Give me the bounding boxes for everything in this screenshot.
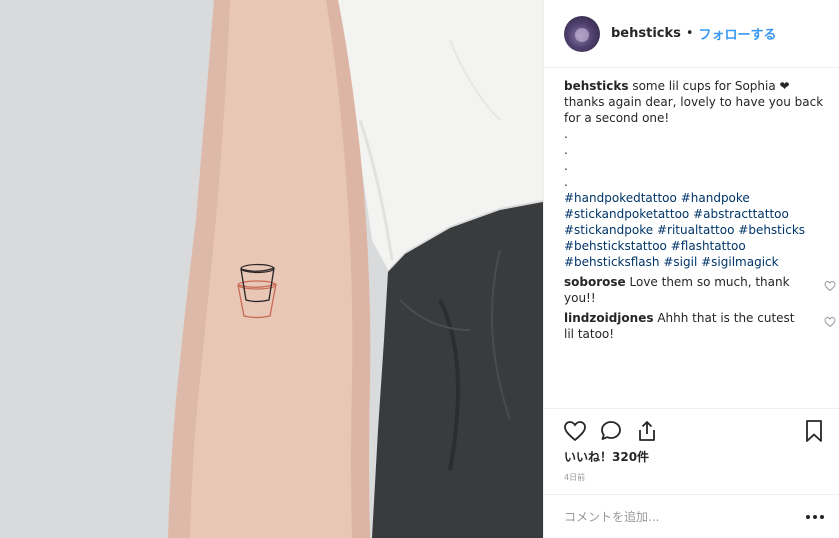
share-icon[interactable] — [635, 419, 659, 443]
post-photo[interactable] — [0, 0, 543, 538]
comment-username[interactable]: soborose — [564, 275, 626, 289]
hashtag-link[interactable]: #stickandpoke — [564, 223, 653, 237]
hashtag-link[interactable]: #stickandpoketattoo — [564, 207, 689, 221]
more-dot — [806, 514, 810, 519]
comment-icon[interactable] — [599, 419, 623, 443]
caption-dot: . — [564, 175, 568, 189]
hashtag-link[interactable]: #sigil — [663, 255, 697, 269]
header-username[interactable]: behsticks — [611, 26, 681, 41]
heart-icon[interactable] — [563, 419, 587, 443]
hashtag-link[interactable]: #flashtattoo — [671, 239, 746, 253]
hashtag-link[interactable]: #abstracttattoo — [693, 207, 789, 221]
comment-like-heart-icon[interactable] — [824, 316, 836, 328]
caption-dot: . — [564, 143, 568, 157]
comment-item: soborose Love them so much, thank you!! — [564, 274, 836, 306]
more-options-icon[interactable] — [806, 512, 826, 522]
comment-like-heart-icon[interactable] — [824, 280, 836, 292]
hashtag-link[interactable]: #sigilmagick — [701, 255, 778, 269]
caption-dots: . . . . — [564, 126, 826, 190]
tattoo-photo-illustration — [0, 0, 543, 538]
more-dot — [820, 514, 824, 519]
post-side-panel: behsticks • フォローする behsticks some lil cu… — [543, 0, 839, 538]
post-date[interactable]: 4日前 — [564, 472, 585, 483]
caption-dot: . — [564, 127, 568, 141]
follow-button[interactable]: フォローする — [699, 24, 777, 43]
hashtag-list: #handpokedtattoo #handpoke #stickandpoke… — [564, 190, 826, 270]
comment-input[interactable] — [564, 509, 806, 524]
header-separator: • — [685, 26, 694, 41]
hashtag-link[interactable]: #behsticks — [738, 223, 805, 237]
hashtag-link[interactable]: #ritualtattoo — [657, 223, 734, 237]
caption-username[interactable]: behsticks — [564, 79, 629, 93]
comment-composer — [544, 494, 839, 538]
hashtag-link[interactable]: #behstickstattoo — [564, 239, 667, 253]
caption-dot: . — [564, 159, 568, 173]
post-header: behsticks • フォローする — [544, 0, 839, 68]
hashtag-link[interactable]: #handpoke — [681, 191, 750, 205]
comment-item: lindzoidjones Ahhh that is the cutest li… — [564, 310, 836, 342]
bookmark-icon[interactable] — [802, 419, 826, 443]
caption: behsticks some lil cups for Sophia ❤︎ th… — [564, 78, 826, 126]
hashtag-link[interactable]: #behsticksflash — [564, 255, 660, 269]
avatar[interactable] — [564, 15, 600, 52]
like-count[interactable]: いいね！320件 — [564, 448, 649, 465]
more-dot — [813, 514, 817, 519]
comment-username[interactable]: lindzoidjones — [564, 311, 653, 325]
comments-list: behsticks some lil cups for Sophia ❤︎ th… — [564, 78, 836, 342]
hashtag-link[interactable]: #handpokedtattoo — [564, 191, 677, 205]
